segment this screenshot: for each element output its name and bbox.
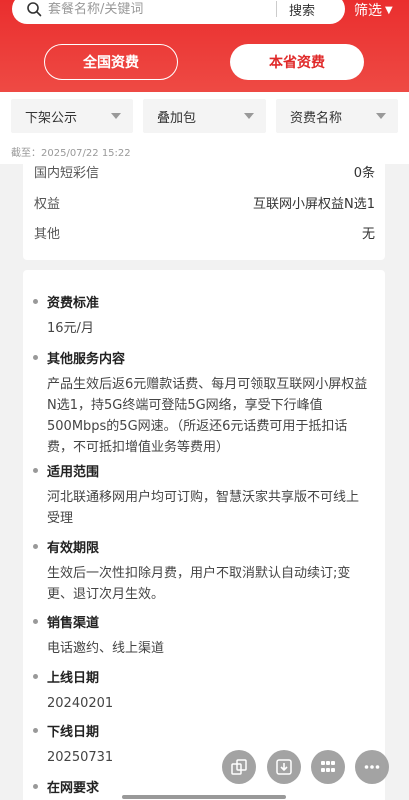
bullet-dot — [33, 299, 38, 304]
detail-section: 其他服务内容 产品生效后返6元赠款话费、每月可领取互联网小屏权益N选1，持5G终… — [33, 348, 371, 458]
detail-title-text: 上线日期 — [47, 671, 100, 686]
detail-title-text: 在网要求 — [47, 781, 100, 796]
dropdown-delist-notice[interactable]: 下架公示 — [11, 99, 133, 133]
summary-key: 权益 — [34, 197, 61, 212]
dropdown-label: 下架公示 — [25, 110, 78, 126]
bullet-dot — [33, 468, 38, 473]
detail-title: 其他服务内容 — [33, 348, 371, 367]
tab-label: 全国资费 — [83, 55, 139, 71]
summary-row: 权益 互联网小屏权益N选1 — [34, 193, 375, 212]
detail-title: 资费标准 — [33, 292, 371, 311]
header: 搜索 筛选 ▼ 全国资费 本省资费 — [0, 0, 409, 92]
dropdown-tariff-name[interactable]: 资费名称 — [276, 99, 398, 133]
detail-title-text: 资费标准 — [47, 296, 100, 311]
summary-value: 互联网小屏权益N选1 — [253, 197, 375, 212]
detail-body: 生效后一次性扣除月费，用户不取消默认自动续订;变更、退订次月生效。 — [47, 566, 351, 602]
search-bar[interactable]: 搜索 — [12, 0, 345, 24]
tariff-details-card: 资费标准 16元/月 其他服务内容 产品生效后返6元赠款话费、每月可领取互联网小… — [23, 270, 385, 800]
summary-row: 其他 无 — [34, 223, 375, 242]
summary-value: 无 — [361, 227, 375, 242]
dropdown-addon-pack[interactable]: 叠加包 — [143, 99, 266, 133]
summary-key: 国内短彩信 — [34, 166, 100, 181]
bullet-dot — [33, 544, 38, 549]
detail-section: 销售渠道 电话邀约、线上渠道 — [33, 612, 371, 659]
detail-title: 有效期限 — [33, 537, 371, 556]
dropdown-label: 资费名称 — [290, 110, 343, 126]
detail-title-text: 下线日期 — [47, 725, 100, 740]
detail-body: 河北联通移网用户均可订购，智慧沃家共享版不可线上受理 — [47, 490, 360, 526]
bullet-dot — [33, 674, 38, 679]
summary-row: 国内短彩信 0条 — [34, 164, 375, 181]
compare-button[interactable] — [222, 750, 256, 784]
detail-title: 上线日期 — [33, 667, 371, 686]
bullet-dot — [33, 355, 38, 360]
dropdown-label: 叠加包 — [157, 110, 197, 126]
triangle-down-icon — [244, 113, 254, 119]
detail-body: 20240201 — [47, 696, 114, 711]
triangle-down-icon — [376, 113, 386, 119]
summary-value: 0条 — [353, 166, 375, 181]
more-button[interactable] — [355, 750, 389, 784]
search-divider — [276, 1, 277, 17]
tab-provincial-tariff[interactable]: 本省资费 — [230, 44, 364, 80]
detail-title-text: 有效期限 — [47, 541, 100, 556]
search-icon — [27, 2, 42, 17]
download-icon — [276, 759, 292, 775]
bullet-dot — [33, 784, 38, 789]
detail-body: 16元/月 — [47, 321, 94, 336]
tab-label: 本省资费 — [269, 55, 325, 71]
filter-row: 下架公示 叠加包 资费名称 截至：2025/07/22 15:22 — [0, 92, 409, 164]
detail-section: 资费标准 16元/月 — [33, 292, 371, 339]
detail-section: 有效期限 生效后一次性扣除月费，用户不取消默认自动续订;变更、退订次月生效。 — [33, 537, 371, 605]
deadline-timestamp: 截至：2025/07/22 15:22 — [11, 148, 131, 159]
tariff-summary-card: 国内短彩信 0条 权益 互联网小屏权益N选1 其他 无 — [23, 164, 385, 260]
detail-title: 下线日期 — [33, 721, 371, 740]
triangle-down-icon — [111, 113, 121, 119]
detail-title-text: 适用范围 — [47, 465, 100, 480]
search-button[interactable]: 搜索 — [289, 0, 315, 19]
detail-title-text: 销售渠道 — [47, 616, 100, 631]
bullet-dot — [33, 728, 38, 733]
tab-national-tariff[interactable]: 全国资费 — [44, 44, 178, 80]
detail-body: 电话邀约、线上渠道 — [47, 641, 165, 656]
detail-body: 产品生效后返6元赠款话费、每月可领取互联网小屏权益N选1，持5G终端可登陆5G网… — [47, 377, 368, 455]
caret-down-icon: ▼ — [385, 4, 393, 16]
bullet-dot — [33, 619, 38, 624]
home-indicator — [122, 795, 286, 799]
summary-key: 其他 — [34, 227, 61, 242]
detail-section: 上线日期 20240201 — [33, 667, 371, 714]
filter-label: 筛选 — [354, 3, 382, 19]
search-input[interactable] — [48, 1, 268, 17]
detail-title: 适用范围 — [33, 461, 371, 480]
compare-icon — [231, 759, 247, 775]
grid-menu-button[interactable] — [311, 750, 345, 784]
more-icon — [364, 765, 380, 769]
detail-section: 适用范围 河北联通移网用户均可订购，智慧沃家共享版不可线上受理 — [33, 461, 371, 529]
detail-title-text: 其他服务内容 — [47, 352, 126, 367]
download-button[interactable] — [267, 750, 301, 784]
filter-button[interactable]: 筛选 ▼ — [354, 0, 393, 20]
grid-icon — [321, 761, 335, 772]
detail-title: 销售渠道 — [33, 612, 371, 631]
